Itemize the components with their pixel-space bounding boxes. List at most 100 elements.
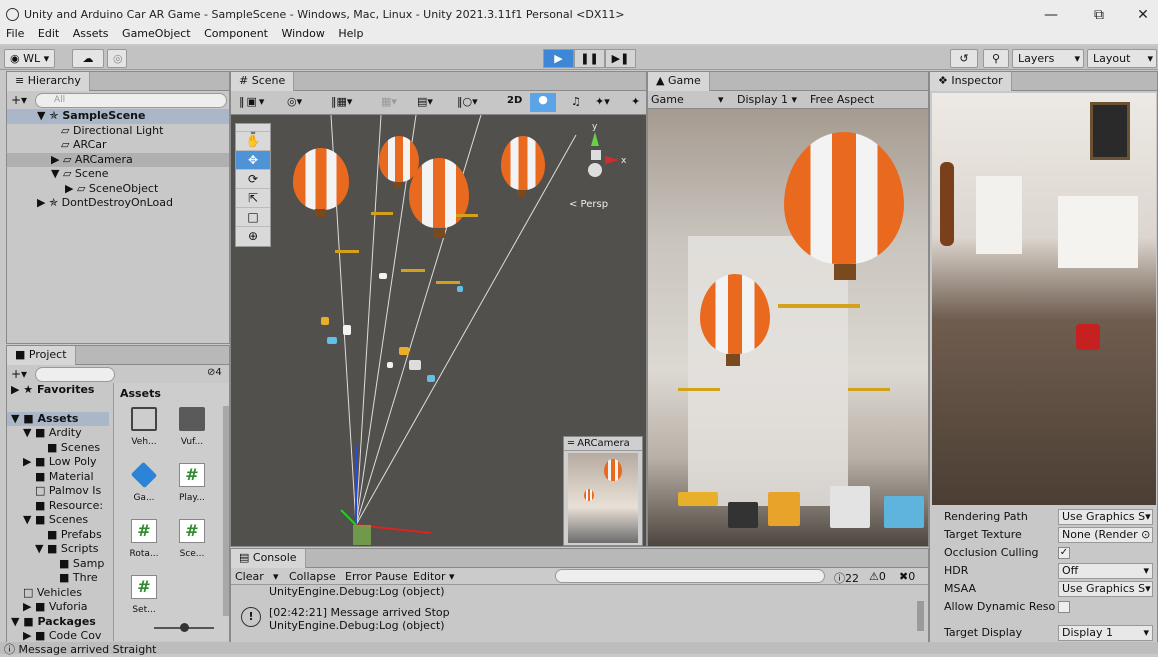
collapse-button[interactable]: Collapse — [289, 570, 336, 583]
history-icon[interactable]: ↺ — [950, 49, 978, 68]
console-scrollbar[interactable] — [917, 601, 924, 631]
occlusion-culling-checkbox[interactable]: ✓ — [1058, 547, 1070, 559]
tree-item-thre[interactable]: ■ Thre — [7, 571, 109, 586]
target-display-dropdown[interactable]: Display 1 ▾ — [1058, 625, 1153, 641]
tab-scene[interactable]: # Scene — [231, 72, 295, 91]
search-icon[interactable]: ⚲ — [983, 49, 1009, 68]
menu-window[interactable]: Window — [278, 26, 329, 41]
console-line[interactable]: UnityEngine.Debug:Log (object) — [269, 619, 445, 632]
minimize-icon[interactable]: — — [1040, 4, 1062, 26]
menu-help[interactable]: Help — [334, 26, 367, 41]
tree-item-scripts[interactable]: ▼ ■ Scripts — [7, 542, 109, 557]
display-dropdown[interactable]: Display 1 ▾ — [737, 93, 797, 106]
tree-item-dontdestroyonload[interactable]: ▶ ✯ DontDestroyOnLoad — [7, 196, 229, 211]
layout-dropdown[interactable]: Layout ▾ — [1087, 49, 1157, 68]
render-mode-icon[interactable]: ◎▾ — [287, 95, 302, 108]
lighting-toggle-icon[interactable]: ● — [530, 93, 556, 112]
increment-icon[interactable]: ▤▾ — [417, 95, 433, 108]
toggle-2d-button[interactable]: 2D — [507, 95, 522, 106]
console-search-input[interactable] — [555, 569, 825, 583]
menu-assets[interactable]: Assets — [69, 26, 113, 41]
play-button[interactable]: ▶ — [543, 49, 574, 68]
tree-item-low-poly[interactable]: ▶ ■ Low Poly — [7, 455, 109, 470]
target-texture-field[interactable]: None (Render ⊙ — [1058, 527, 1153, 543]
tree-item-arcamera[interactable]: ▶ ▱ ARCamera — [7, 152, 229, 167]
audio-icon[interactable]: ♫ — [571, 95, 581, 108]
tree-item-packages[interactable]: ▼ ■ Packages — [7, 615, 109, 630]
orientation-gizmo[interactable]: y x — [563, 120, 639, 192]
menu-gameobject[interactable]: GameObject — [118, 26, 195, 41]
pause-button[interactable]: ❚❚ — [574, 49, 605, 68]
layers-dropdown[interactable]: Layers ▾ — [1012, 49, 1084, 68]
menu-file[interactable]: File — [2, 26, 28, 41]
aspect-dropdown[interactable]: Free Aspect — [810, 93, 874, 106]
tree-item-code-coverage[interactable]: ▶ ■ Code Cov — [7, 629, 109, 641]
msaa-dropdown[interactable]: Use Graphics S▾ — [1058, 581, 1153, 597]
tree-item-assets[interactable]: ▼ ■ Assets — [7, 411, 109, 426]
persp-label[interactable]: < Persp — [569, 199, 608, 210]
cloud-button[interactable]: ☁ — [72, 49, 104, 68]
error-pause-button[interactable]: Error Pause — [345, 570, 408, 583]
chevron-down-icon[interactable]: ▾ — [718, 93, 724, 106]
tree-item-sceneobject[interactable]: ▶ ▱ SceneObject — [7, 182, 229, 197]
add-button[interactable]: +▾ — [11, 93, 27, 107]
status-text[interactable]: ⓘ Message arrived Straight — [4, 641, 157, 657]
tree-item-samp[interactable]: ■ Samp — [7, 557, 109, 572]
step-button[interactable]: ▶❚ — [605, 49, 636, 68]
console-line[interactable]: UnityEngine.Debug:Log (object) — [269, 585, 445, 598]
hierarchy-search-input[interactable]: All — [35, 93, 227, 108]
tree-item-resources[interactable]: ■ Resource: — [7, 499, 109, 514]
hdr-dropdown[interactable]: Off ▾ — [1058, 563, 1153, 579]
allow-dynamic-resolution-checkbox[interactable] — [1058, 601, 1070, 613]
asset-rota[interactable]: # Rota... — [124, 519, 164, 571]
tab-hierarchy[interactable]: ≡ Hierarchy — [7, 72, 90, 91]
tree-item-palmov[interactable]: □ Palmov Is — [7, 484, 109, 499]
grid-snap-icon[interactable]: ‖▦▾ — [331, 95, 352, 108]
tree-item-scene[interactable]: ▼ ▱ Scene — [7, 167, 229, 182]
shading-icon[interactable]: ‖○▾ — [457, 95, 478, 108]
tree-item-vuforia[interactable]: ▶ ■ Vuforia — [7, 600, 109, 615]
effects-icon[interactable]: ✦▾ — [595, 95, 610, 108]
add-button[interactable]: +▾ — [11, 367, 27, 381]
asset-vuforia[interactable]: Vuf... — [172, 407, 212, 459]
editor-dropdown[interactable]: Editor ▾ — [413, 570, 455, 583]
info-count[interactable]: ⓘ22 — [834, 570, 859, 586]
close-icon[interactable]: ✕ — [1132, 4, 1154, 26]
tree-item-vehicles[interactable]: □ Vehicles — [7, 586, 109, 601]
tab-console[interactable]: ▤ Console — [231, 549, 306, 568]
console-line[interactable]: [02:42:21] Message arrived Stop — [269, 606, 450, 619]
asset-vehicles[interactable]: Veh... — [124, 407, 164, 459]
asset-game[interactable]: Ga... — [124, 461, 164, 515]
error-count[interactable]: ✖0 — [899, 570, 915, 583]
zoom-slider-handle[interactable] — [180, 623, 189, 632]
project-search-input[interactable] — [35, 367, 115, 382]
tab-project[interactable]: ■ Project — [7, 346, 76, 365]
rendering-path-dropdown[interactable]: Use Graphics S▾ — [1058, 509, 1153, 525]
maximize-icon[interactable]: ⧉ — [1088, 4, 1110, 26]
menu-edit[interactable]: Edit — [34, 26, 63, 41]
tree-item-prefabs[interactable]: ■ Prefabs — [7, 528, 109, 543]
clear-options-icon[interactable]: ▾ — [273, 570, 279, 583]
tree-item-directional-light[interactable]: ▱ Directional Light — [7, 124, 229, 139]
collab-icon[interactable]: ◎ — [107, 49, 127, 68]
menu-component[interactable]: Component — [200, 26, 272, 41]
gizmos-icon[interactable]: ✦ — [631, 95, 640, 108]
project-scrollbar[interactable] — [223, 406, 229, 616]
tab-game[interactable]: ▲ Game — [648, 72, 710, 91]
tree-item-ardity[interactable]: ▼ ■ Ardity — [7, 426, 109, 441]
warning-count[interactable]: ⚠0 — [869, 570, 886, 583]
tree-item-material[interactable]: ■ Material — [7, 470, 109, 485]
tree-item-scenes-2[interactable]: ▼ ■ Scenes — [7, 513, 109, 528]
tree-item-favorites[interactable]: ▶ ★ Favorites — [7, 383, 109, 398]
tree-item-samplescene[interactable]: ▼ ✯ SampleScene — [7, 109, 229, 124]
clear-button[interactable]: Clear — [235, 570, 264, 583]
asset-sce[interactable]: # Sce... — [172, 519, 212, 571]
account-button[interactable]: ◉ WL ▾ — [4, 49, 56, 68]
asset-set[interactable]: # Set... — [124, 575, 164, 627]
draw-mode-icon[interactable]: ‖▣▾ — [239, 95, 266, 108]
tree-item-scenes[interactable]: ■ Scenes — [7, 441, 109, 456]
tab-inspector[interactable]: ❖ Inspector — [930, 72, 1012, 91]
game-dropdown[interactable]: Game — [651, 93, 684, 106]
tree-item-arcar[interactable]: ▱ ARCar — [7, 138, 229, 153]
snap-icon[interactable]: ▦▾ — [381, 95, 397, 108]
